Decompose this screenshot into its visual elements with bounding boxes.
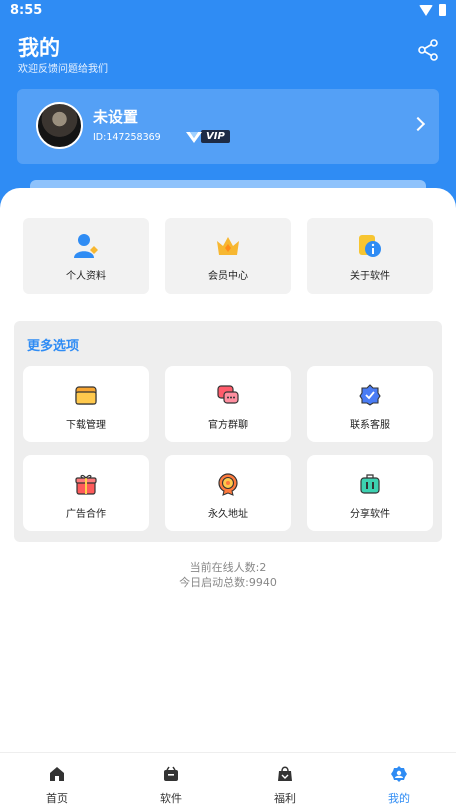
ad-cooperation-label: 广告合作	[66, 509, 106, 520]
profile-tile-label: 个人资料	[66, 271, 106, 282]
contact-service-label: 联系客服	[350, 420, 390, 431]
nav-software[interactable]: 软件	[114, 753, 228, 812]
permanent-address-card[interactable]: 永久地址	[165, 455, 291, 531]
page-title: 我的	[18, 36, 60, 60]
nav-welfare[interactable]: 福利	[228, 753, 342, 812]
nav-home[interactable]: 首页	[0, 753, 114, 812]
bottom-navigation: 首页 软件 福利 我的	[0, 752, 456, 812]
battery-icon	[439, 4, 446, 16]
medal-icon	[216, 472, 240, 496]
main-content: 个人资料 会员中心 关于软件 更多选项 下载管理 官方群聊 联系客服 广告合作 …	[0, 188, 456, 758]
share-software-card[interactable]: 分享软件	[307, 455, 433, 531]
share-icon[interactable]	[416, 38, 440, 62]
nav-software-label: 软件	[160, 792, 182, 805]
service-badge-icon	[358, 383, 382, 407]
chat-icon	[216, 383, 240, 407]
suitcase-icon	[358, 472, 382, 496]
profile-tile[interactable]: 个人资料	[23, 218, 149, 294]
gift-icon	[74, 472, 98, 496]
about-tile[interactable]: 关于软件	[307, 218, 433, 294]
vip-label: VIP	[201, 129, 230, 143]
more-options-title: 更多选项	[27, 339, 80, 354]
more-options-grid: 下载管理 官方群聊 联系客服 广告合作 永久地址 分享软件	[23, 366, 433, 531]
vip-diamond-icon	[185, 129, 203, 143]
shopping-bag-icon	[276, 765, 294, 783]
crown-icon	[214, 232, 242, 260]
chevron-right-icon	[410, 116, 426, 132]
profile-icon	[390, 765, 408, 783]
user-profile-card[interactable]: 未设置 ID:147258369 VIP	[17, 89, 439, 164]
about-tile-label: 关于软件	[350, 271, 390, 282]
vip-badge: VIP	[185, 129, 230, 143]
official-group-card[interactable]: 官方群聊	[165, 366, 291, 442]
user-id: ID:147258369	[93, 132, 161, 143]
status-time: 8:55	[10, 3, 43, 18]
avatar	[36, 102, 83, 149]
usage-stats: 当前在线人数:2 今日启动总数:9940	[0, 560, 456, 590]
ad-cooperation-card[interactable]: 广告合作	[23, 455, 149, 531]
today-launches-count: 今日启动总数:9940	[179, 576, 277, 589]
nav-mine[interactable]: 我的	[342, 753, 456, 812]
nav-welfare-label: 福利	[274, 792, 296, 805]
software-bag-icon	[162, 765, 180, 783]
nav-mine-label: 我的	[388, 792, 410, 805]
folder-icon	[74, 383, 98, 407]
info-icon	[356, 232, 384, 260]
page-subtitle: 欢迎反馈问题给我们	[18, 64, 108, 75]
status-bar: 8:55	[0, 0, 456, 22]
wifi-icon	[419, 4, 433, 16]
download-manager-card[interactable]: 下载管理	[23, 366, 149, 442]
top-shortcuts: 个人资料 会员中心 关于软件	[23, 218, 433, 294]
official-group-label: 官方群聊	[208, 420, 248, 431]
username: 未设置	[93, 108, 139, 126]
online-users-count: 当前在线人数:2	[189, 561, 267, 574]
user-profile-icon	[72, 232, 100, 260]
download-manager-label: 下载管理	[66, 420, 106, 431]
share-software-label: 分享软件	[350, 509, 390, 520]
home-icon	[48, 765, 66, 783]
permanent-address-label: 永久地址	[208, 509, 248, 520]
member-center-tile-label: 会员中心	[208, 271, 248, 282]
contact-service-card[interactable]: 联系客服	[307, 366, 433, 442]
status-icons	[419, 4, 446, 16]
member-center-tile[interactable]: 会员中心	[165, 218, 291, 294]
nav-home-label: 首页	[46, 792, 68, 805]
more-options-panel: 更多选项 下载管理 官方群聊 联系客服 广告合作 永久地址 分享软件	[14, 321, 442, 542]
